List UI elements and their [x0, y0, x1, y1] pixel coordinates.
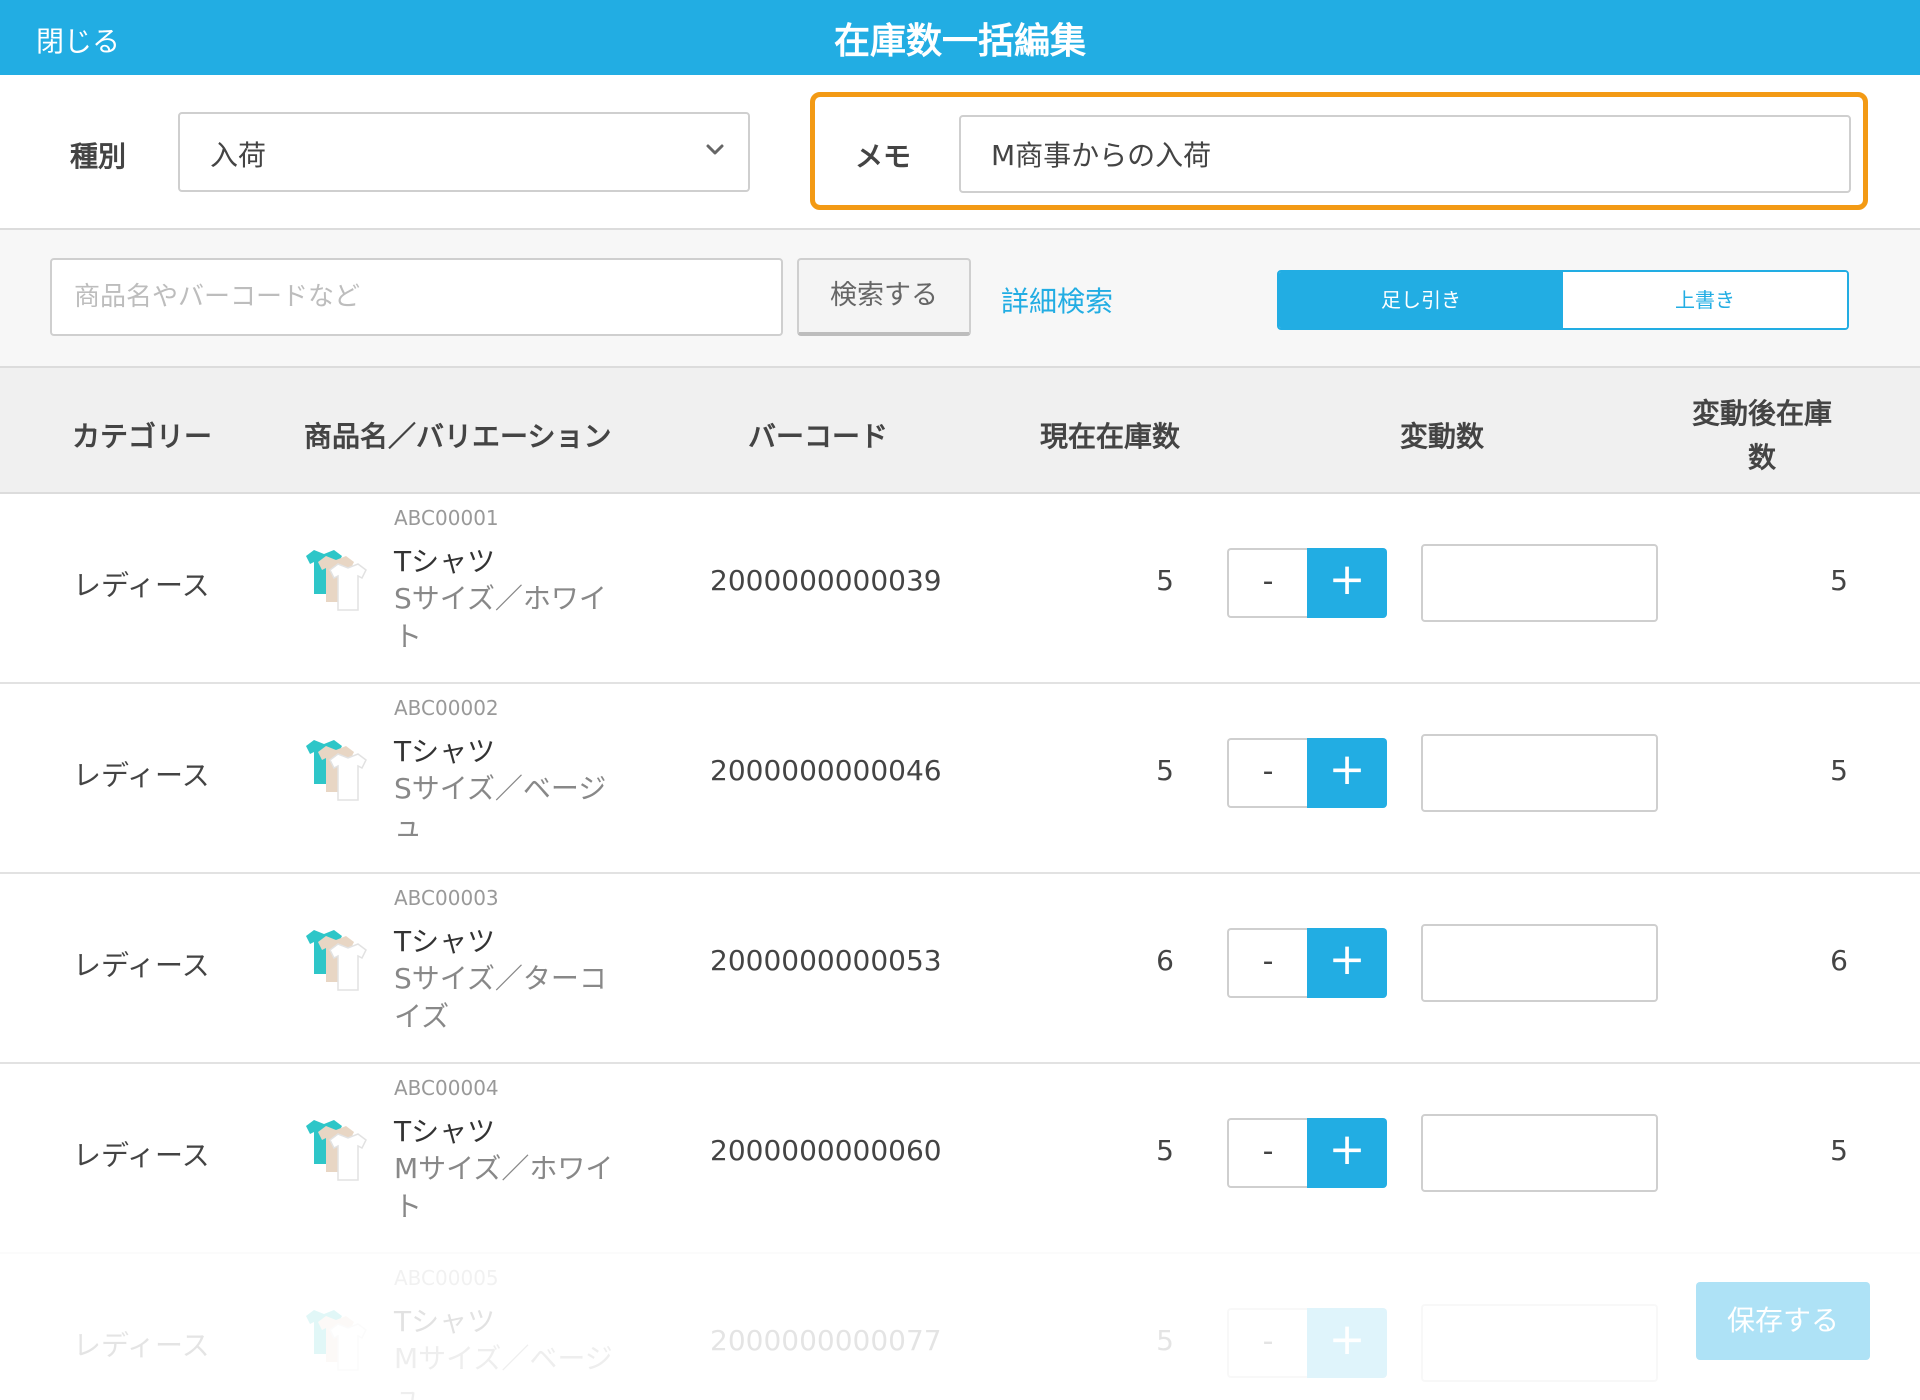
row-product-name: Tシャツ: [394, 545, 496, 578]
mode-add-subtract[interactable]: 足し引き: [1279, 272, 1563, 328]
row-product-code: ABC00004: [394, 1076, 499, 1100]
product-thumbnail: [306, 1120, 367, 1181]
search-button[interactable]: 検索する: [797, 258, 971, 336]
row-barcode: 2000000000039: [710, 564, 942, 597]
change-quantity-input[interactable]: [1421, 1114, 1658, 1192]
decrement-button[interactable]: -: [1227, 1118, 1307, 1188]
change-quantity-input[interactable]: [1421, 544, 1658, 622]
row-product-code: ABC00001: [394, 506, 499, 530]
header-category: カテゴリー: [72, 420, 213, 453]
memo-highlight-box: メモ: [810, 92, 1868, 210]
page-title: 在庫数一括編集: [833, 21, 1086, 62]
row-category: レディース: [73, 1139, 210, 1172]
row-variation: Sサイズ／ターコイズ: [394, 962, 607, 1033]
search-row: 検索する 詳細検索 足し引き 上書き: [0, 230, 1920, 368]
row-current-stock: 5: [1156, 1134, 1174, 1167]
row-current-stock: 6: [1156, 944, 1174, 977]
header-product: 商品名／バリエーション: [304, 420, 612, 453]
type-label: 種別: [70, 140, 127, 173]
row-product-name: Tシャツ: [394, 925, 496, 958]
table-row: レディース ABC00004 Tシャツ Mサイズ／ホワイト 2000000000…: [0, 1064, 1920, 1254]
row-current-stock: 5: [1156, 754, 1174, 787]
decrement-button[interactable]: -: [1227, 738, 1307, 808]
header-current-stock: 現在在庫数: [1040, 420, 1181, 453]
mode-toggle: 足し引き 上書き: [1277, 270, 1849, 330]
row-category: レディース: [73, 759, 210, 792]
mode-overwrite[interactable]: 上書き: [1563, 272, 1847, 328]
type-select-value: 入荷: [210, 139, 267, 172]
increment-button[interactable]: +: [1307, 1118, 1387, 1188]
row-product-name: Tシャツ: [394, 735, 496, 768]
table-row: レディース ABC00001 Tシャツ Sサイズ／ホワイト 2000000000…: [0, 494, 1920, 684]
top-bar: 閉じる 在庫数一括編集: [0, 0, 1920, 75]
search-input[interactable]: [50, 258, 783, 336]
row-barcode: 2000000000046: [710, 754, 942, 787]
advanced-search-link[interactable]: 詳細検索: [1001, 280, 1113, 320]
product-thumbnail: [306, 740, 367, 801]
increment-button[interactable]: +: [1307, 928, 1387, 998]
chevron-down-icon: [706, 144, 724, 155]
row-product-name: Tシャツ: [394, 1115, 496, 1148]
memo-input[interactable]: [959, 115, 1851, 193]
decrement-button[interactable]: -: [1227, 928, 1307, 998]
row-barcode: 2000000000060: [710, 1134, 942, 1167]
increment-button[interactable]: +: [1307, 548, 1387, 618]
product-thumbnail: [306, 930, 367, 991]
row-after-stock: 5: [1830, 1134, 1848, 1167]
product-thumbnail: [306, 550, 367, 611]
header-after-stock-2: 数: [1748, 441, 1777, 474]
table-header: カテゴリー 商品名／バリエーション バーコード 現在在庫数 変動数 変動後在庫 …: [0, 368, 1920, 494]
change-quantity-input[interactable]: [1421, 924, 1658, 1002]
row-product-code: ABC00002: [394, 696, 499, 720]
form-row: 種別 入荷 メモ: [0, 75, 1920, 230]
row-variation: Mサイズ／ホワイト: [394, 1152, 614, 1223]
header-change: 変動数: [1400, 420, 1485, 453]
row-variation: Sサイズ／ホワイト: [394, 582, 607, 653]
row-variation: Sサイズ／ベージュ: [394, 772, 607, 843]
memo-label: メモ: [855, 140, 912, 173]
row-after-stock: 5: [1830, 754, 1848, 787]
row-after-stock: 5: [1830, 564, 1848, 597]
decrement-button[interactable]: -: [1227, 548, 1307, 618]
header-after-stock: 変動後在庫: [1692, 397, 1833, 430]
row-current-stock: 5: [1156, 564, 1174, 597]
header-barcode: バーコード: [748, 420, 889, 453]
bottom-overlay: [0, 1250, 1920, 1400]
table-row: レディース ABC00003 Tシャツ Sサイズ／ターコイズ 200000000…: [0, 874, 1920, 1064]
row-category: レディース: [73, 569, 210, 602]
row-after-stock: 6: [1830, 944, 1848, 977]
change-quantity-input[interactable]: [1421, 734, 1658, 812]
row-category: レディース: [73, 949, 210, 982]
table-row: レディース ABC00002 Tシャツ Sサイズ／ベージュ 2000000000…: [0, 684, 1920, 874]
save-button[interactable]: 保存する: [1696, 1282, 1870, 1360]
row-barcode: 2000000000053: [710, 944, 942, 977]
type-select[interactable]: 入荷: [178, 112, 750, 192]
increment-button[interactable]: +: [1307, 738, 1387, 808]
row-product-code: ABC00003: [394, 886, 499, 910]
